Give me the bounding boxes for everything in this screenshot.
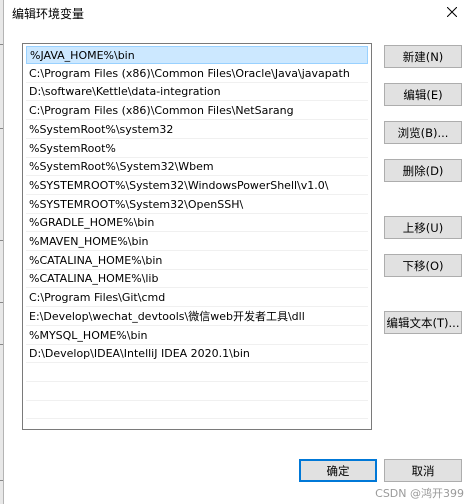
path-list-item[interactable]: %SystemRoot% bbox=[26, 140, 368, 158]
path-list-item[interactable]: E:\Develop\wechat_devtools\微信web开发者工具\dl… bbox=[26, 308, 368, 326]
path-list-item[interactable]: C:\Program Files (x86)\Common Files\NetS… bbox=[26, 102, 368, 121]
path-list-item[interactable]: %CATALINA_HOME%\lib bbox=[26, 270, 368, 289]
path-list-item[interactable]: C:\Program Files (x86)\Common Files\Orac… bbox=[26, 65, 368, 83]
path-list-item[interactable]: %CATALINA_HOME%\bin bbox=[26, 252, 368, 270]
path-list-item[interactable]: %MYSQL_HOME%\bin bbox=[26, 327, 368, 345]
path-list-item[interactable]: %GRADLE_HOME%\bin bbox=[26, 214, 368, 233]
path-list-item[interactable]: %SystemRoot%\system32 bbox=[26, 121, 368, 139]
path-list-item[interactable]: %SYSTEMROOT%\System32\WindowsPowerShell\… bbox=[26, 177, 368, 195]
close-button[interactable] bbox=[436, 0, 468, 24]
path-list-item[interactable]: %SystemRoot%\System32\Wbem bbox=[26, 158, 368, 177]
edit-button[interactable]: 编辑(E) bbox=[384, 83, 462, 106]
edit-env-variable-dialog: 编辑环境变量 %JAVA_HOME%\bin C:\Program Files (… bbox=[3, 0, 474, 504]
close-icon bbox=[447, 7, 457, 17]
empty-list-row bbox=[26, 401, 368, 420]
path-list[interactable]: %JAVA_HOME%\bin C:\Program Files (x86)\Co… bbox=[22, 43, 372, 430]
empty-list-row bbox=[26, 364, 368, 382]
path-list-item[interactable]: %JAVA_HOME%\bin bbox=[26, 46, 368, 64]
move-up-button[interactable]: 上移(U) bbox=[384, 216, 462, 239]
path-list-item[interactable]: C:\Program Files\Git\cmd bbox=[26, 289, 368, 308]
ok-button[interactable]: 确定 bbox=[299, 459, 377, 482]
new-button[interactable]: 新建(N) bbox=[384, 45, 462, 68]
move-down-button[interactable]: 下移(O) bbox=[384, 254, 462, 277]
path-list-item[interactable]: %SYSTEMROOT%\System32\OpenSSH\ bbox=[26, 196, 368, 214]
title-bar: 编辑环境变量 bbox=[4, 0, 474, 24]
path-list-item[interactable]: D:\software\Kettle\data-integration bbox=[26, 83, 368, 102]
dialog-title: 编辑环境变量 bbox=[12, 7, 85, 21]
browse-button[interactable]: 浏览(B)... bbox=[384, 121, 462, 144]
delete-button[interactable]: 删除(D) bbox=[384, 159, 462, 182]
empty-list-row bbox=[26, 383, 368, 401]
watermark: CSDN @鸿开399 bbox=[375, 487, 464, 500]
path-list-item[interactable]: D:\Develop\IDEA\IntelliJ IDEA 2020.1\bin bbox=[26, 345, 368, 364]
cancel-button[interactable]: 取消 bbox=[384, 459, 462, 482]
edit-text-button[interactable]: 编辑文本(T)... bbox=[384, 311, 462, 334]
path-list-item[interactable]: %MAVEN_HOME%\bin bbox=[26, 233, 368, 251]
